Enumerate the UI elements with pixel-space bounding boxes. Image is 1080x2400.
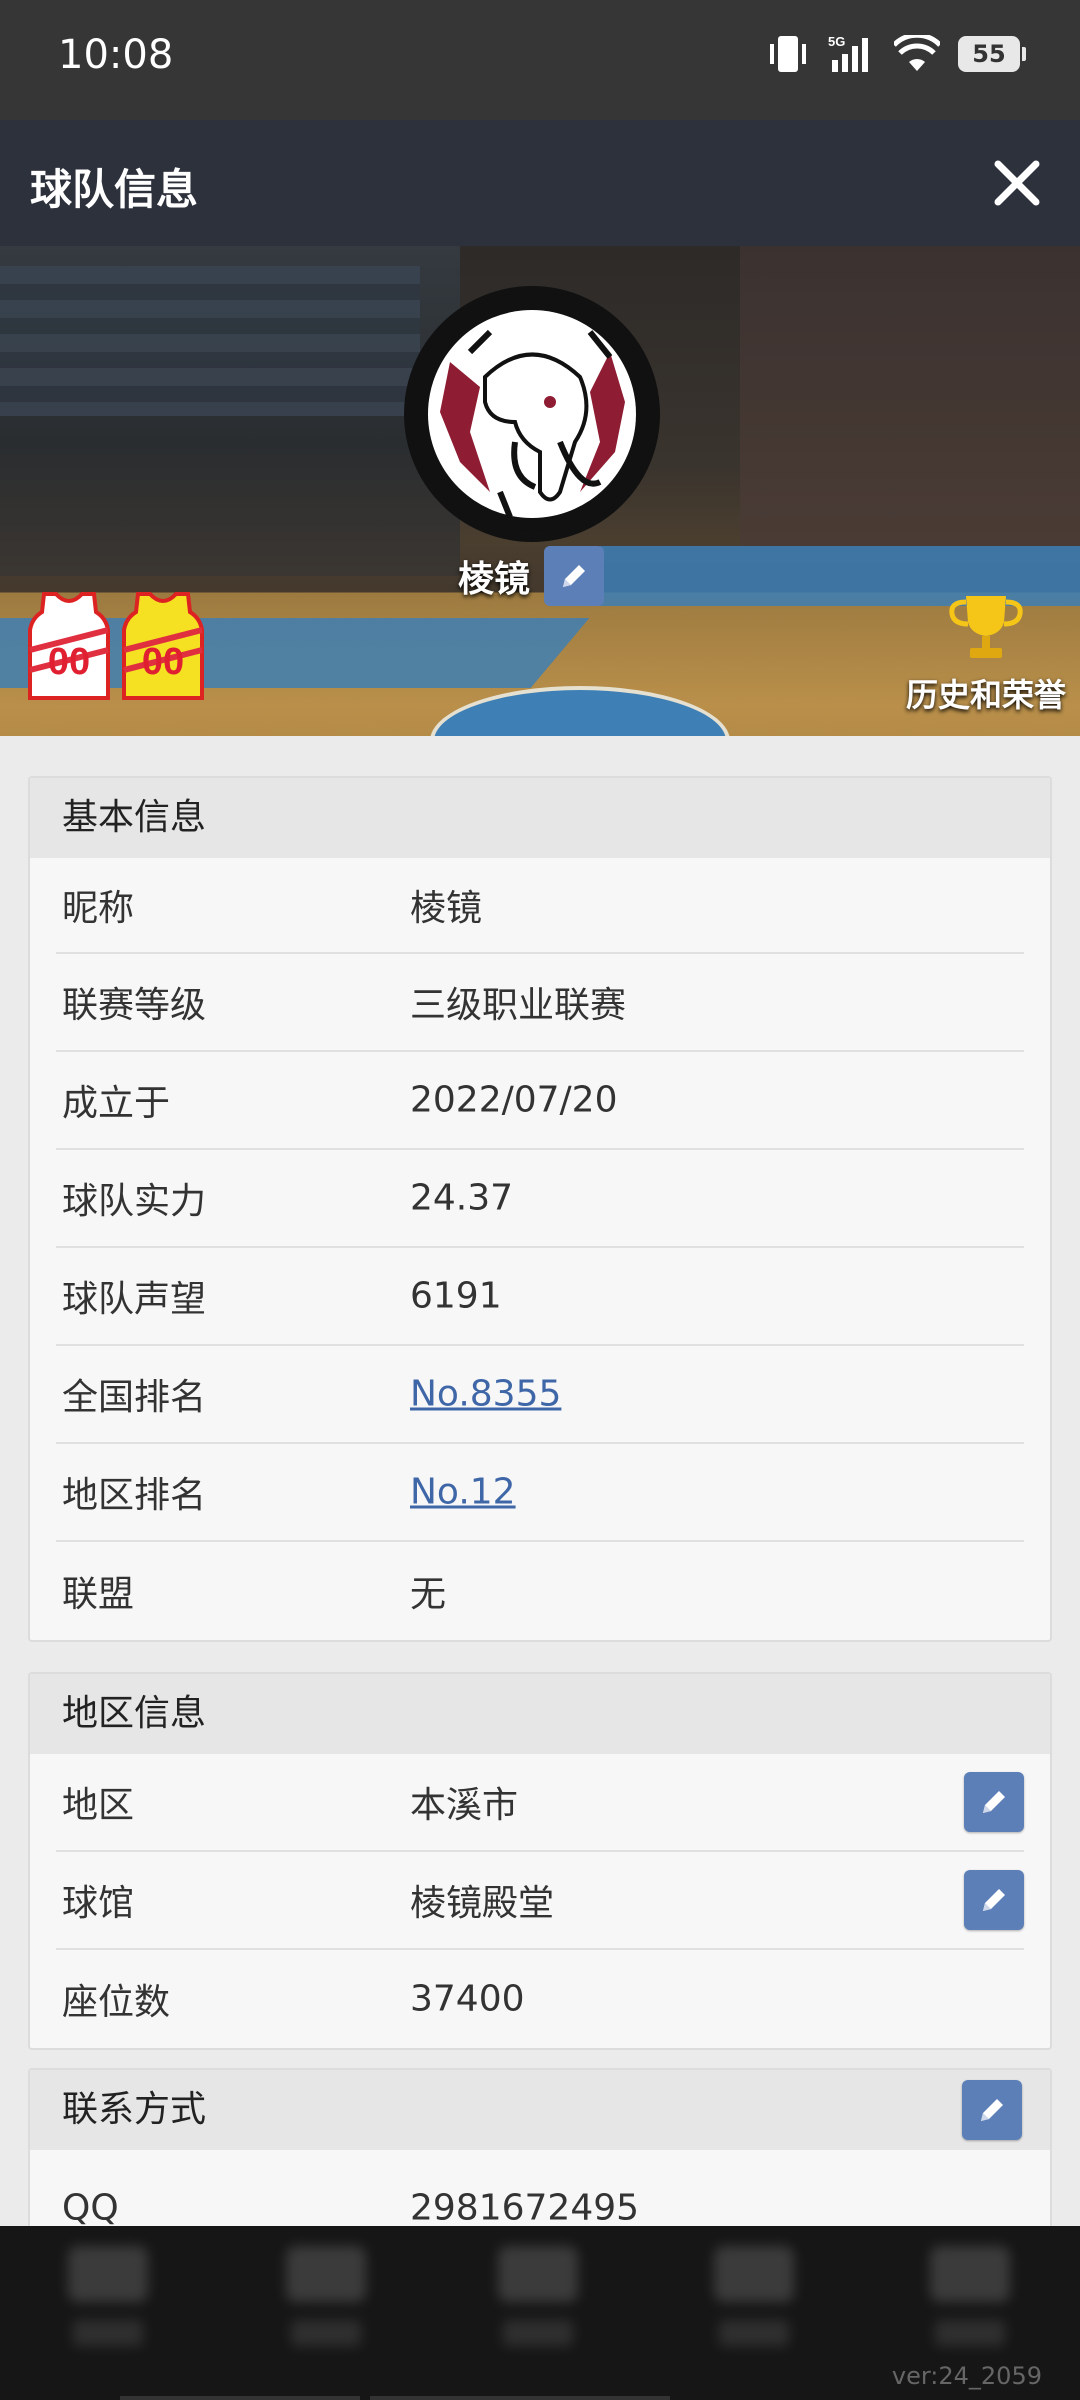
row-label: 球队实力 [62, 1181, 207, 1222]
info-row-regional-rank: 地区排名 No.12 [56, 1444, 1024, 1542]
honor-label: 历史和荣誉 [905, 676, 1066, 714]
svg-text:00: 00 [142, 641, 184, 683]
app-header: 球队信息 [0, 120, 1080, 246]
region-info-title: 地区信息 [30, 1674, 1050, 1754]
status-bar: 10:08 5G 55 [0, 0, 1080, 120]
row-label: 联赛等级 [62, 985, 207, 1026]
team-logo[interactable] [404, 286, 660, 542]
row-value: 三级职业联赛 [410, 985, 627, 1026]
vibrate-icon [770, 36, 806, 72]
row-label: QQ [62, 2187, 119, 2229]
row-value: 2022/07/20 [410, 1079, 618, 1121]
regional-rank-link[interactable]: No.12 [410, 1472, 516, 1513]
edit-contact-button[interactable] [962, 2080, 1022, 2140]
pencil-icon [983, 1889, 1005, 1911]
team-name-row: 棱镜 [458, 546, 605, 606]
edit-arena-button[interactable] [964, 1870, 1024, 1930]
info-row-arena: 球馆 棱镜殿堂 [56, 1852, 1024, 1950]
info-row-national-rank: 全国排名 No.8355 [56, 1346, 1024, 1444]
info-row-qq: QQ 2981672495 [56, 2150, 1024, 2236]
row-label: 座位数 [62, 1982, 171, 2023]
contact-info-card: 联系方式 QQ 2981672495 [28, 2068, 1052, 2238]
pencil-icon [981, 2099, 1003, 2121]
row-label: 地区排名 [62, 1475, 207, 1516]
row-label: 联盟 [62, 1574, 135, 1615]
pencil-icon [983, 1791, 1005, 1813]
svg-text:00: 00 [48, 641, 90, 683]
bottom-navigation: ver:24_2059 [0, 2226, 1080, 2400]
row-value: 24.37 [410, 1177, 514, 1219]
national-rank-link[interactable]: No.8355 [410, 1374, 561, 1415]
info-row-alliance: 联盟 无 [56, 1542, 1024, 1640]
team-banner: 棱镜 00 00 历史和荣誉 [0, 246, 1080, 736]
info-row-region: 地区 本溪市 [56, 1754, 1024, 1852]
history-honor-button[interactable]: 历史和荣誉 [906, 592, 1066, 716]
team-jerseys[interactable]: 00 00 [24, 590, 208, 702]
home-jersey-icon: 00 [28, 592, 110, 700]
region-info-card: 地区信息 地区 本溪市 球馆 棱镜殿堂 座位数 37400 [28, 1672, 1052, 2050]
row-value: 6191 [410, 1275, 502, 1317]
row-value: 棱镜殿堂 [410, 1883, 555, 1924]
trophy-icon [949, 596, 1023, 658]
wifi-icon [894, 35, 940, 71]
row-label: 成立于 [62, 1083, 171, 1124]
row-value: 37400 [410, 1978, 525, 2020]
nav-item-4[interactable] [704, 2246, 804, 2366]
info-row-strength: 球队实力 24.37 [56, 1150, 1024, 1248]
status-icons: 5G 55 [766, 34, 1026, 74]
info-row-prestige: 球队声望 6191 [56, 1248, 1024, 1346]
row-value: 无 [410, 1574, 447, 1615]
nav-item-1[interactable] [58, 2246, 158, 2366]
status-time: 10:08 [58, 32, 174, 78]
row-label: 全国排名 [62, 1377, 207, 1418]
info-row-nickname: 昵称 棱镜 [56, 858, 1024, 954]
info-row-founded: 成立于 2022/07/20 [56, 1052, 1024, 1150]
signal-icon: 5G [828, 34, 868, 72]
nav-item-5[interactable] [920, 2246, 1020, 2366]
row-label: 昵称 [62, 888, 135, 929]
battery-indicator: 55 [958, 36, 1026, 72]
basic-info-card: 基本信息 昵称 棱镜 联赛等级 三级职业联赛 成立于 2022/07/20 球队… [28, 776, 1052, 1642]
row-value: 本溪市 [410, 1785, 519, 1826]
row-value: 棱镜 [410, 888, 483, 929]
away-jersey-icon: 00 [122, 592, 204, 700]
edit-region-button[interactable] [964, 1772, 1024, 1832]
row-label: 地区 [62, 1785, 135, 1826]
info-row-league-level: 联赛等级 三级职业联赛 [56, 954, 1024, 1052]
edit-team-name-button[interactable] [544, 546, 605, 606]
contact-info-title: 联系方式 [30, 2070, 1050, 2150]
nav-item-3[interactable] [488, 2246, 588, 2366]
contact-title-text: 联系方式 [62, 2089, 207, 2130]
elephant-logo-icon [414, 296, 650, 532]
svg-text:5G: 5G [828, 34, 845, 49]
pencil-icon [563, 565, 586, 587]
team-name: 棱镜 [458, 559, 531, 600]
row-value: 2981672495 [410, 2187, 640, 2229]
basic-info-title: 基本信息 [30, 778, 1050, 858]
page-title: 球队信息 [30, 165, 199, 214]
close-icon[interactable] [990, 156, 1044, 210]
row-label: 球队声望 [62, 1279, 207, 1320]
info-row-seats: 座位数 37400 [56, 1950, 1024, 2048]
row-label: 球馆 [62, 1883, 135, 1924]
version-label: ver:24_2059 [891, 2362, 1042, 2390]
nav-item-2[interactable] [276, 2246, 376, 2366]
